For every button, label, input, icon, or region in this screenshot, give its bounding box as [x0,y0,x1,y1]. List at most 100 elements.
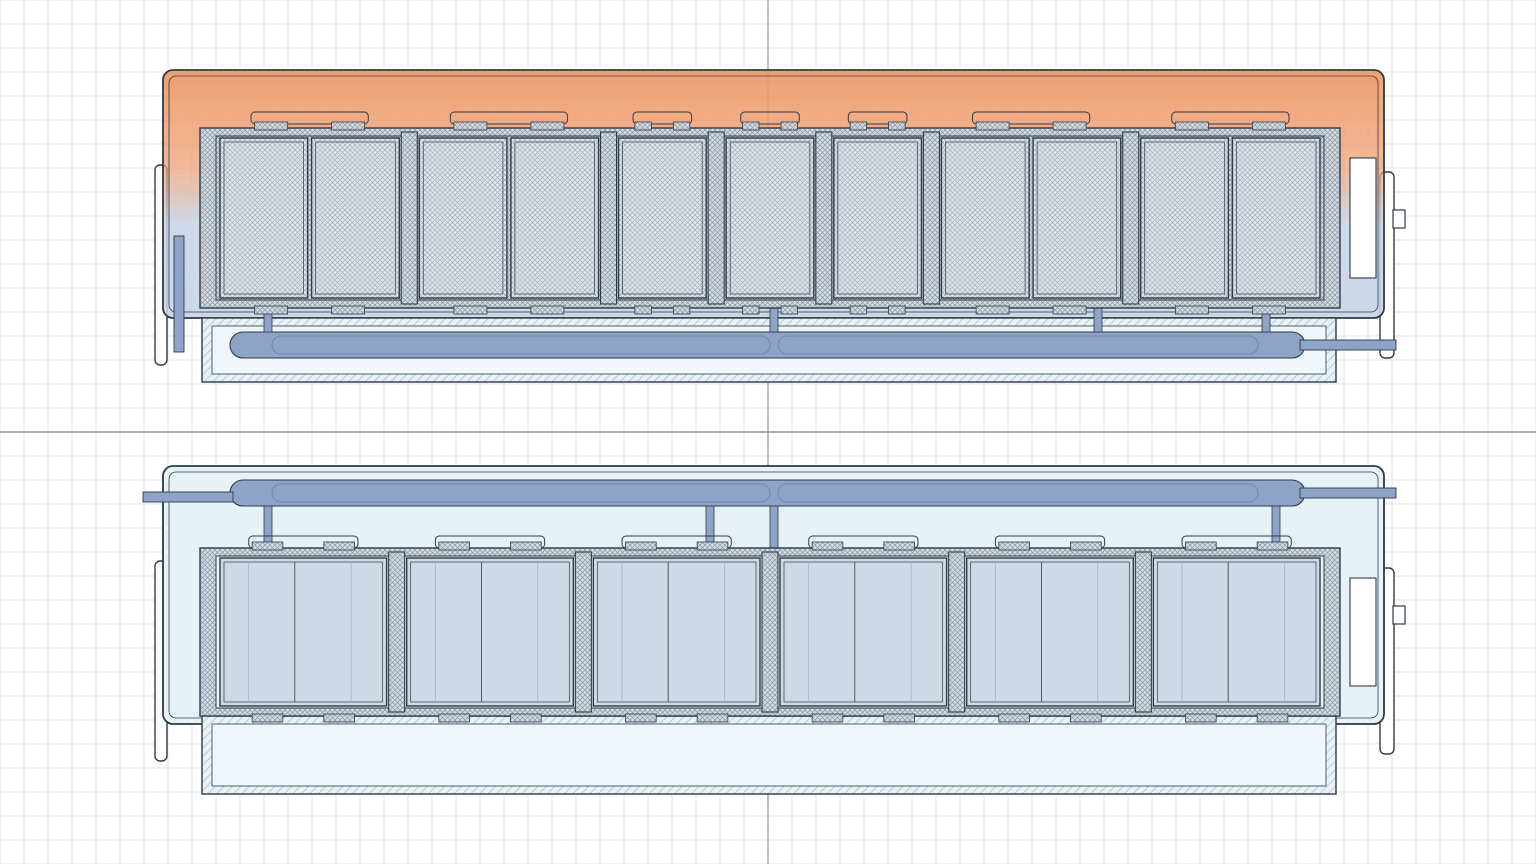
terminal-pad [1070,713,1102,723]
coolant-inlet-pipe [142,491,234,503]
battery-cell [965,557,1135,707]
terminal-pad [780,121,798,131]
terminal-pad [1256,713,1289,723]
cell-module-4 [779,535,948,723]
terminal-pad [888,305,906,315]
terminal-pad [1251,305,1286,315]
terminal-pad [331,305,366,315]
battery-cell [310,137,400,299]
terminal-pad [438,541,470,551]
module-separator [574,551,592,713]
module-separator [815,131,833,305]
terminal-pad [975,305,1010,315]
terminal-pad [1052,305,1087,315]
cell-module-6 [1152,535,1321,723]
terminal-pad [1185,713,1217,723]
terminal-pad [672,121,691,131]
module-separator [599,131,618,305]
cell-module-4 [725,111,815,315]
terminal-pad [510,713,542,723]
coolant-inlet-pipe [173,235,185,353]
terminal-pad [1251,121,1286,131]
module-separator [400,131,418,305]
battery-cell [592,557,761,707]
terminal-pad [849,121,868,131]
terminal-pad [453,121,488,131]
terminal-pad [254,121,289,131]
battery-cell [510,137,600,299]
cell-module-2 [405,535,575,723]
terminal-pad [453,305,488,315]
diagram-canvas [0,0,1536,864]
battery-cell [940,137,1030,299]
terminal-pad [625,541,657,551]
top-pack-view [154,69,1406,383]
terminal-pad [883,713,915,723]
module-separator [761,551,779,713]
cell-module-3 [617,111,707,315]
coolant-riser-2 [769,505,779,553]
coolant-outlet-pipe [1299,339,1397,351]
cell-module-5 [965,535,1135,723]
terminal-pad [634,121,652,131]
battery-cell [219,557,388,707]
connector-tab [1392,605,1406,625]
cell-module-3 [592,535,761,723]
battery-cell [617,137,707,299]
terminal-pad [1174,305,1209,315]
terminal-pad [811,541,844,551]
battery-cell [1140,137,1230,299]
terminal-box [1349,157,1377,279]
terminal-pad [510,541,542,551]
module-separator [707,131,725,305]
terminal-pad [1052,121,1087,131]
battery-cell [418,137,508,299]
terminal-pad [625,713,657,723]
terminal-pad [1185,541,1217,551]
battery-cell [833,137,923,299]
terminal-pad [634,305,652,315]
terminal-box [1349,577,1377,687]
terminal-pad [672,305,691,315]
battery-cell [1152,557,1321,707]
terminal-pad [849,305,868,315]
terminal-pad [888,121,906,131]
battery-cell [405,557,575,707]
terminal-pad [323,541,355,551]
terminal-pad [251,713,284,723]
terminal-pad [998,713,1030,723]
coolant-outlet-pipe [1299,487,1397,499]
module-separator [1122,131,1140,305]
bottom-pack-view [142,465,1406,795]
battery-cell [219,137,309,299]
connector-tab [1392,209,1406,229]
module-separator [922,131,941,305]
battery-cell [1231,137,1321,299]
battery-cell [779,557,948,707]
terminal-pad [696,713,729,723]
battery-cell [725,137,815,299]
cooling-tray-inner [211,723,1327,787]
module-separator [388,551,406,713]
battery-cell [1032,137,1122,299]
terminal-pad [438,713,470,723]
terminal-pad [254,305,289,315]
terminal-pad [331,121,366,131]
terminal-pad [530,305,565,315]
cell-module-1 [219,535,388,723]
terminal-pad [742,121,760,131]
cell-module-5 [833,111,923,315]
terminal-pad [1174,121,1209,131]
module-separator [1134,551,1152,713]
terminal-pad [323,713,355,723]
battery-pack-cross-section-diagram [0,0,1536,864]
terminal-pad [975,121,1010,131]
terminal-pad [742,305,760,315]
terminal-pad [883,541,915,551]
terminal-pad [780,305,798,315]
terminal-pad [811,713,844,723]
terminal-pad [530,121,565,131]
terminal-pad [1070,541,1102,551]
terminal-pad [998,541,1030,551]
terminal-pad [251,541,284,551]
